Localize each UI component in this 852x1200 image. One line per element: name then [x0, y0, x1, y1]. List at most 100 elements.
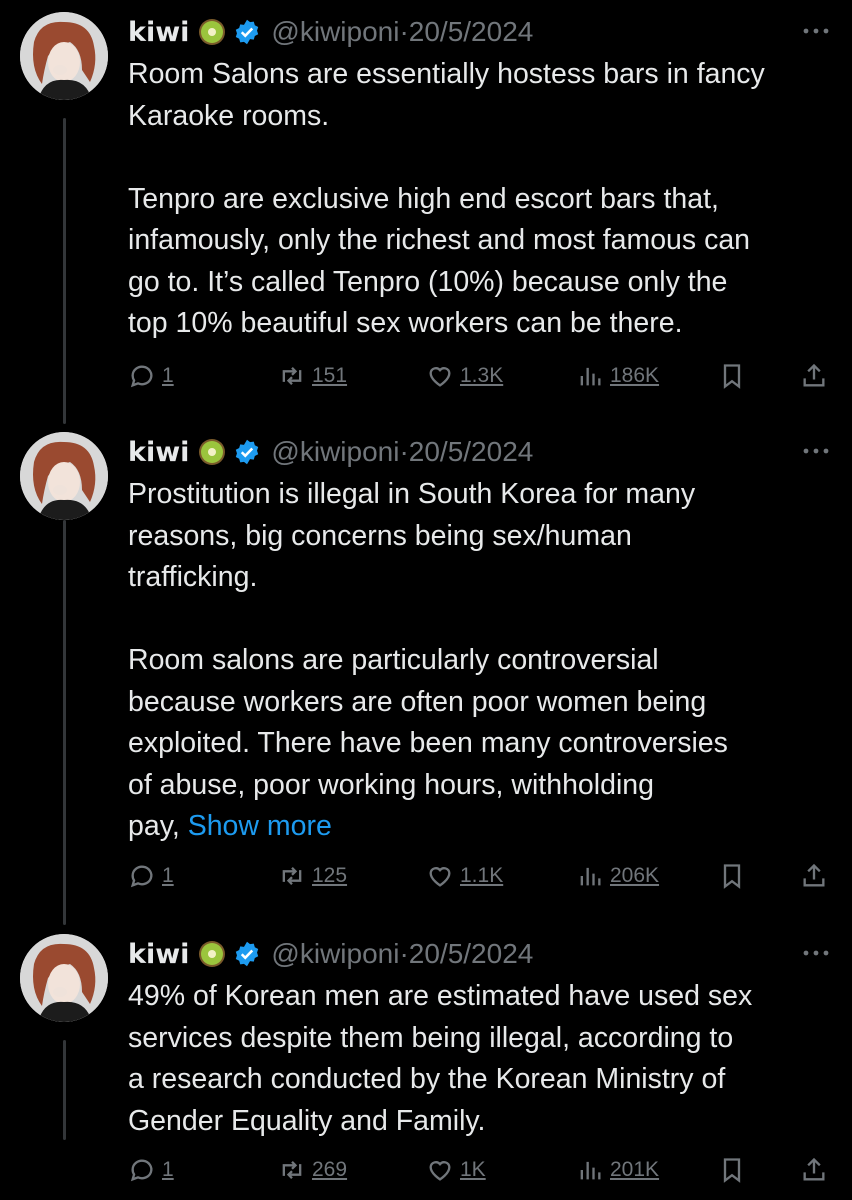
handle-date: @kiwiponi·20/5/2024 — [271, 16, 534, 47]
verified-badge-icon — [236, 941, 259, 967]
avatar[interactable] — [20, 12, 108, 100]
date[interactable]: 20/5/2024 — [409, 436, 534, 467]
kiwi-emoji-icon — [199, 941, 226, 967]
share-icon — [803, 363, 825, 387]
action-bar: 1 151 1.3K 186K — [128, 356, 838, 396]
kiwi-emoji-icon — [199, 19, 226, 45]
more-options-icon[interactable] — [802, 26, 830, 36]
text-line: Room Salons are essentially hostess bars… — [128, 58, 765, 90]
text-line: Prostitution is illegal in South Korea f… — [128, 478, 696, 510]
text-line: services despite them being illegal, acc… — [128, 1021, 734, 1054]
text-line: top 10% beautiful sex workers can be the… — [128, 307, 683, 339]
share-icon — [803, 863, 825, 887]
analytics-icon — [580, 867, 601, 886]
heart-icon — [429, 1161, 451, 1181]
reply-button[interactable]: 1 — [128, 856, 174, 896]
text-line: 49% of Korean men are estimated have use… — [128, 980, 753, 1012]
reply-count: 1 — [162, 364, 174, 387]
like-count: 1.1K — [460, 864, 504, 887]
tweet-text: 49% of Korean men are estimated have use… — [128, 976, 838, 1142]
thread-line — [63, 118, 66, 424]
views-button[interactable]: 206K — [576, 856, 659, 896]
handle[interactable]: @kiwiponi — [271, 938, 399, 969]
views-button[interactable]: 201K — [576, 1150, 659, 1190]
reply-button[interactable]: 1 — [128, 1150, 174, 1190]
share-button[interactable] — [800, 1150, 828, 1190]
analytics-icon — [580, 367, 601, 386]
text-line: go to. It’s called Tenpro (10%) because … — [128, 265, 728, 298]
views-button[interactable]: 186K — [576, 356, 659, 396]
text-line: pay, — [128, 810, 180, 842]
display-name[interactable]: kiwi — [128, 437, 189, 468]
reply-count: 1 — [162, 1158, 174, 1181]
bookmark-button[interactable] — [718, 356, 746, 396]
text-line: Karaoke rooms. — [128, 99, 330, 132]
view-count: 206K — [610, 864, 660, 887]
retweet-button[interactable]: 125 — [278, 856, 347, 896]
like-button[interactable]: 1.3K — [426, 356, 503, 396]
reply-count: 1 — [162, 864, 174, 887]
text-line: infamously, only the richest and most fa… — [128, 224, 751, 256]
tweet-header: kiwi @kiwiponi·20/5/2024 — [128, 934, 533, 974]
thread-line — [63, 520, 66, 925]
tweet-text: Prostitution is illegal in South Korea f… — [128, 474, 838, 848]
retweet-icon — [282, 1161, 302, 1179]
text-line: of abuse, poor working hours, withholdin… — [128, 768, 654, 801]
action-bar: 1 269 1K 201K — [128, 1150, 838, 1190]
text-line: a research conducted by the Korean Minis… — [128, 1063, 726, 1095]
reply-icon — [130, 865, 153, 888]
retweet-button[interactable]: 151 — [278, 356, 347, 396]
action-bar: 1 125 1.1K 206K — [128, 856, 838, 896]
share-button[interactable] — [800, 356, 828, 396]
share-button[interactable] — [800, 856, 828, 896]
avatar[interactable] — [20, 432, 108, 520]
analytics-icon — [580, 1161, 601, 1180]
handle-date: @kiwiponi·20/5/2024 — [271, 436, 534, 467]
tweet-header: kiwi @kiwiponi·20/5/2024 — [128, 432, 533, 472]
verified-badge-icon — [236, 439, 259, 465]
text-line: reasons, big concerns being sex/human — [128, 519, 632, 552]
more-options-icon[interactable] — [802, 948, 830, 958]
retweet-count: 151 — [312, 364, 348, 387]
text-line: Gender Equality and Family. — [128, 1104, 486, 1137]
text-line: Tenpro are exclusive high end escort bar… — [128, 182, 719, 215]
reply-icon — [130, 1159, 153, 1182]
display-name[interactable]: kiwi — [128, 17, 189, 48]
handle[interactable]: @kiwiponi — [271, 436, 399, 467]
like-count: 1.3K — [460, 364, 504, 387]
show-more-link[interactable]: Show more — [188, 810, 332, 842]
reply-button[interactable]: 1 — [128, 356, 174, 396]
reply-icon — [130, 365, 153, 388]
bookmark-icon — [723, 364, 741, 389]
retweet-count: 269 — [312, 1158, 348, 1181]
avatar[interactable] — [20, 934, 108, 1022]
bookmark-button[interactable] — [718, 1150, 746, 1190]
like-button[interactable]: 1.1K — [426, 856, 503, 896]
retweet-icon — [282, 367, 302, 385]
retweet-button[interactable]: 269 — [278, 1150, 347, 1190]
retweet-count: 125 — [312, 864, 348, 887]
tweet-text: Room Salons are essentially hostess bars… — [128, 54, 838, 345]
like-button[interactable]: 1K — [426, 1150, 486, 1190]
text-line: Room salons are particularly controversi… — [128, 644, 659, 676]
view-count: 186K — [610, 364, 660, 387]
text-line-last: pay, Show more — [128, 806, 838, 848]
handle-date: @kiwiponi·20/5/2024 — [271, 938, 534, 969]
heart-icon — [429, 867, 451, 887]
share-icon — [803, 1157, 825, 1181]
retweet-icon — [282, 867, 302, 885]
handle[interactable]: @kiwiponi — [271, 16, 399, 47]
text-line: because workers are often poor women bei… — [128, 685, 707, 718]
more-options-icon[interactable] — [802, 446, 830, 456]
bookmark-icon — [723, 864, 741, 889]
bookmark-button[interactable] — [718, 856, 746, 896]
view-count: 201K — [610, 1158, 660, 1181]
tweet-header: kiwi @kiwiponi·20/5/2024 — [128, 12, 533, 52]
display-name[interactable]: kiwi — [128, 939, 189, 970]
text-line: trafficking. — [128, 561, 258, 593]
kiwi-emoji-icon — [199, 439, 226, 465]
bookmark-icon — [723, 1158, 741, 1183]
like-count: 1K — [460, 1158, 486, 1181]
date[interactable]: 20/5/2024 — [409, 938, 534, 969]
date[interactable]: 20/5/2024 — [409, 16, 534, 47]
